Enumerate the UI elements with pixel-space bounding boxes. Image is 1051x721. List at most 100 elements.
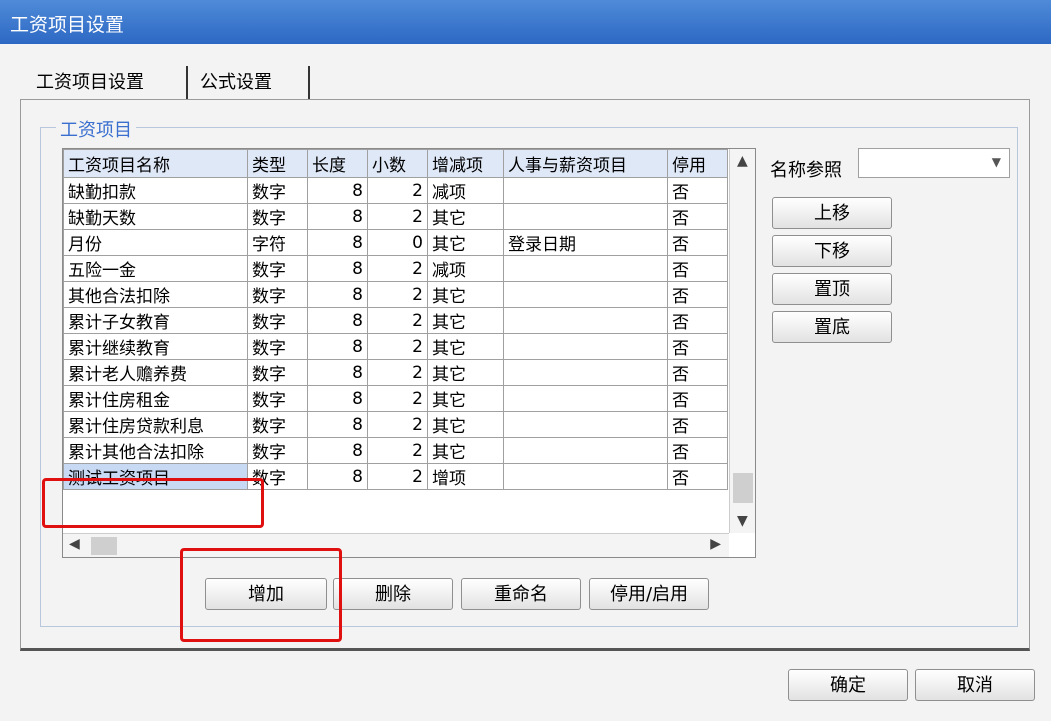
cell-length[interactable]: 8: [307, 229, 368, 256]
cell-decimals[interactable]: 2: [367, 177, 428, 204]
scroll-up-icon[interactable]: ▲: [737, 153, 748, 169]
cell-hr-item[interactable]: [503, 255, 668, 282]
scroll-right-icon[interactable]: ▶: [710, 536, 721, 552]
cell-decimals[interactable]: 2: [367, 359, 428, 386]
cell-inc-dec[interactable]: 其它: [427, 411, 504, 438]
table-row[interactable]: 五险一金 数字 8 2 减项 否: [63, 255, 728, 282]
cell-length[interactable]: 8: [307, 255, 368, 282]
cell-disabled[interactable]: 否: [667, 203, 728, 230]
cell-inc-dec[interactable]: 其它: [427, 203, 504, 230]
cell-inc-dec[interactable]: 其它: [427, 359, 504, 386]
col-header-decimals[interactable]: 小数: [367, 149, 428, 178]
cell-name[interactable]: 累计其他合法扣除: [63, 437, 248, 464]
cell-disabled[interactable]: 否: [667, 333, 728, 360]
cell-length[interactable]: 8: [307, 203, 368, 230]
cell-length[interactable]: 8: [307, 333, 368, 360]
table-row[interactable]: 累计老人赡养费 数字 8 2 其它 否: [63, 359, 728, 386]
cell-name[interactable]: 月份: [63, 229, 248, 256]
cell-name[interactable]: 累计住房贷款利息: [63, 411, 248, 438]
scroll-down-icon[interactable]: ▼: [737, 513, 748, 529]
cell-length[interactable]: 8: [307, 281, 368, 308]
table-row[interactable]: 缺勤天数 数字 8 2 其它 否: [63, 203, 728, 230]
delete-button[interactable]: 删除: [333, 578, 453, 610]
table-row[interactable]: 月份 字符 8 0 其它 登录日期 否: [63, 229, 728, 256]
ok-button[interactable]: 确定: [788, 669, 908, 701]
chevron-down-icon[interactable]: ▼: [992, 155, 1001, 169]
cell-hr-item[interactable]: [503, 177, 668, 204]
cell-decimals[interactable]: 2: [367, 463, 428, 490]
cell-length[interactable]: 8: [307, 359, 368, 386]
cell-disabled[interactable]: 否: [667, 307, 728, 334]
cell-type[interactable]: 数字: [247, 307, 308, 334]
cell-inc-dec[interactable]: 其它: [427, 437, 504, 464]
cell-hr-item[interactable]: [503, 463, 668, 490]
cell-decimals[interactable]: 2: [367, 437, 428, 464]
col-header-hr-item[interactable]: 人事与薪资项目: [503, 149, 668, 178]
cell-type[interactable]: 字符: [247, 229, 308, 256]
table-row[interactable]: 累计其他合法扣除 数字 8 2 其它 否: [63, 437, 728, 464]
cell-disabled[interactable]: 否: [667, 281, 728, 308]
cell-name[interactable]: 累计继续教育: [63, 333, 248, 360]
cell-decimals[interactable]: 2: [367, 333, 428, 360]
table-row[interactable]: 缺勤扣款 数字 8 2 减项 否: [63, 177, 728, 204]
cell-decimals[interactable]: 2: [367, 255, 428, 282]
cell-disabled[interactable]: 否: [667, 463, 728, 490]
cell-hr-item[interactable]: [503, 281, 668, 308]
col-header-name[interactable]: 工资项目名称: [63, 149, 248, 178]
cancel-button[interactable]: 取消: [915, 669, 1035, 701]
cell-disabled[interactable]: 否: [667, 411, 728, 438]
col-header-inc-dec[interactable]: 增减项: [427, 149, 504, 178]
cell-type[interactable]: 数字: [247, 411, 308, 438]
move-down-button[interactable]: 下移: [772, 235, 892, 267]
cell-name[interactable]: 累计老人赡养费: [63, 359, 248, 386]
cell-type[interactable]: 数字: [247, 255, 308, 282]
tab-formula[interactable]: 公式设置: [190, 66, 310, 100]
cell-disabled[interactable]: 否: [667, 385, 728, 412]
cell-inc-dec[interactable]: 其它: [427, 307, 504, 334]
cell-length[interactable]: 8: [307, 307, 368, 334]
cell-length[interactable]: 8: [307, 411, 368, 438]
move-to-top-button[interactable]: 置顶: [772, 273, 892, 305]
col-header-disabled[interactable]: 停用: [667, 149, 728, 178]
cell-decimals[interactable]: 2: [367, 307, 428, 334]
cell-length[interactable]: 8: [307, 437, 368, 464]
cell-hr-item[interactable]: [503, 385, 668, 412]
col-header-length[interactable]: 长度: [307, 149, 368, 178]
cell-name[interactable]: 五险一金: [63, 255, 248, 282]
cell-decimals[interactable]: 2: [367, 385, 428, 412]
cell-decimals[interactable]: 2: [367, 203, 428, 230]
cell-name[interactable]: 累计子女教育: [63, 307, 248, 334]
cell-name[interactable]: 累计住房租金: [63, 385, 248, 412]
rename-button[interactable]: 重命名: [461, 578, 581, 610]
cell-disabled[interactable]: 否: [667, 255, 728, 282]
cell-type[interactable]: 数字: [247, 281, 308, 308]
cell-inc-dec[interactable]: 其它: [427, 333, 504, 360]
scroll-left-icon[interactable]: ◀: [69, 536, 80, 552]
cell-disabled[interactable]: 否: [667, 229, 728, 256]
cell-hr-item[interactable]: 登录日期: [503, 229, 668, 256]
cell-inc-dec[interactable]: 其它: [427, 229, 504, 256]
cell-length[interactable]: 8: [307, 385, 368, 412]
horizontal-scroll-thumb[interactable]: [91, 537, 117, 555]
table-row[interactable]: 其他合法扣除 数字 8 2 其它 否: [63, 281, 728, 308]
move-to-bottom-button[interactable]: 置底: [772, 311, 892, 343]
cell-type[interactable]: 数字: [247, 437, 308, 464]
cell-hr-item[interactable]: [503, 359, 668, 386]
cell-name[interactable]: 缺勤天数: [63, 203, 248, 230]
cell-inc-dec[interactable]: 减项: [427, 255, 504, 282]
move-up-button[interactable]: 上移: [772, 197, 892, 229]
cell-disabled[interactable]: 否: [667, 437, 728, 464]
cell-disabled[interactable]: 否: [667, 359, 728, 386]
cell-inc-dec[interactable]: 减项: [427, 177, 504, 204]
table-row[interactable]: 累计住房贷款利息 数字 8 2 其它 否: [63, 411, 728, 438]
vertical-scrollbar[interactable]: ▲ ▼: [729, 149, 755, 533]
vertical-scroll-thumb[interactable]: [733, 473, 753, 503]
cell-type[interactable]: 数字: [247, 359, 308, 386]
cell-type[interactable]: 数字: [247, 333, 308, 360]
cell-hr-item[interactable]: [503, 203, 668, 230]
cell-name[interactable]: 其他合法扣除: [63, 281, 248, 308]
tab-salary-items[interactable]: 工资项目设置: [22, 66, 188, 100]
cell-hr-item[interactable]: [503, 411, 668, 438]
table-row[interactable]: 累计子女教育 数字 8 2 其它 否: [63, 307, 728, 334]
cell-type[interactable]: 数字: [247, 203, 308, 230]
